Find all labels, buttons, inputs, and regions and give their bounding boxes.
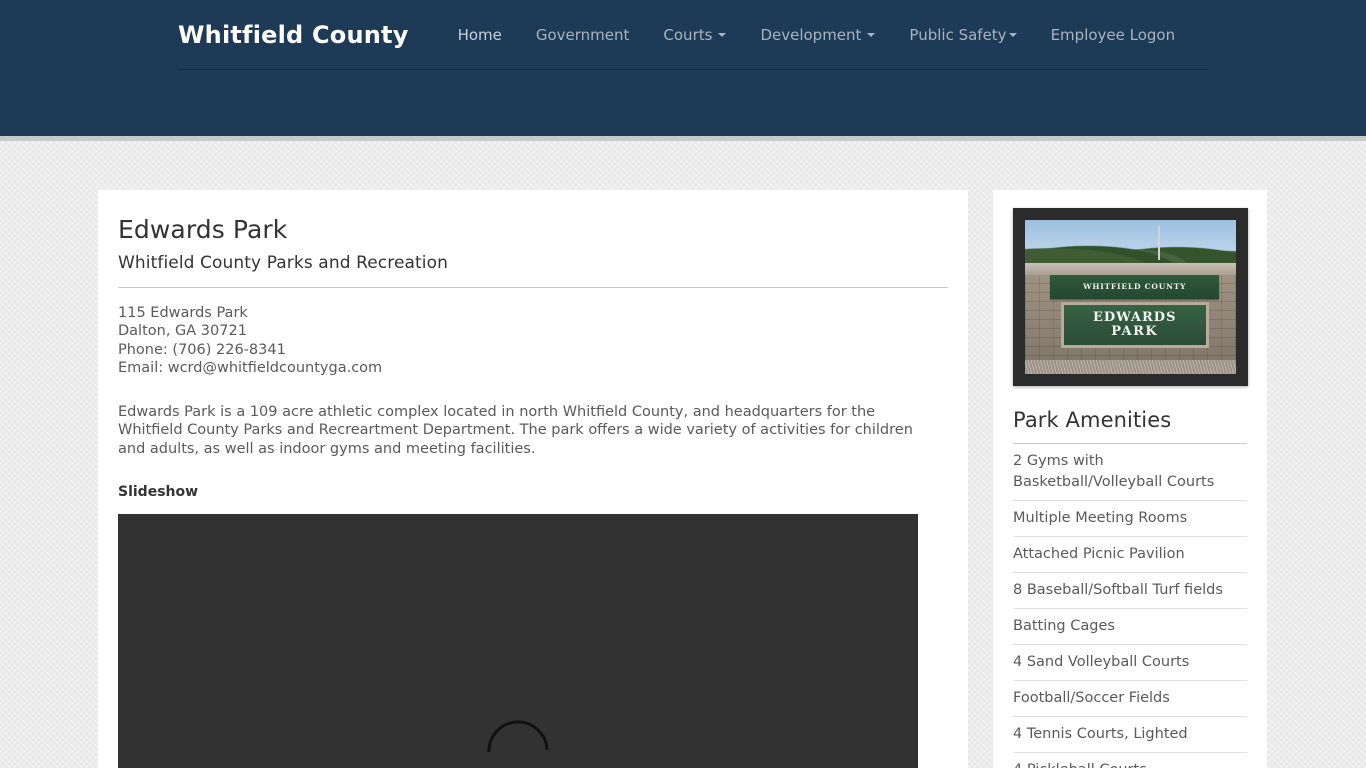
park-sign-photo-frame: WHITFIELD COUNTY EDWARDS PARK <box>1013 208 1248 386</box>
amenity-list-item: 4 Pickleball Courts <box>1013 753 1247 768</box>
cap-stone <box>1025 263 1236 276</box>
nav-link-label: Home <box>457 25 502 44</box>
nav-link-public-safety[interactable]: Public Safety <box>892 25 1033 45</box>
site-header: Whitfield County Home Government Courts Dev… <box>0 0 1366 141</box>
nav-link-home[interactable]: Home <box>441 25 519 45</box>
sign-line-1: EDWARDS <box>1092 310 1177 326</box>
sign-line-2: PARK <box>1111 323 1159 339</box>
nav-item: Public Safety <box>892 25 1033 45</box>
sign-county-band: WHITFIELD COUNTY <box>1050 275 1220 299</box>
nav-link-label: Public Safety <box>909 25 1007 44</box>
amenity-list-item: 4 Sand Volleyball Courts <box>1013 645 1247 681</box>
header-inner: Whitfield County Home Government Courts Dev… <box>158 0 1208 70</box>
nav-link-label: Courts <box>663 25 713 44</box>
amenity-list-item: Batting Cages <box>1013 609 1247 645</box>
nav-link-development[interactable]: Development <box>743 25 892 45</box>
nav-link-government[interactable]: Government <box>519 25 647 45</box>
slideshow-stage[interactable] <box>118 514 918 768</box>
nav-item: Development <box>743 25 892 45</box>
nav-link-courts[interactable]: Courts <box>646 25 743 45</box>
nav-link-employee-logon[interactable]: Employee Logon <box>1034 25 1193 45</box>
nav-link-label: Government <box>535 25 630 44</box>
gravel-ground <box>1025 360 1236 374</box>
loading-spinner-icon <box>487 720 549 753</box>
nav-link-label: Employee Logon <box>1050 25 1176 44</box>
navbar: Whitfield County Home Government Courts Dev… <box>178 0 1208 70</box>
chevron-down-icon <box>867 32 876 37</box>
park-amenities-list: 2 Gyms with Basketball/Volleyball Courts… <box>1013 444 1247 768</box>
amenity-list-item: Football/Soccer Fields <box>1013 681 1247 717</box>
address-city-state-zip: Dalton, GA 30721 <box>118 323 247 339</box>
amenity-list-item: 8 Baseball/Softball Turf fields <box>1013 573 1247 609</box>
park-sign-image: WHITFIELD COUNTY EDWARDS PARK <box>1025 220 1236 374</box>
nav-item: Courts <box>646 25 743 45</box>
main-content-card: Edwards Park Whitfield County Parks and … <box>98 190 968 768</box>
chevron-down-icon <box>1008 32 1017 37</box>
amenity-list-item: 4 Tennis Courts, Lighted <box>1013 717 1247 753</box>
primary-nav: Home Government Courts Development Public Sa… <box>441 25 1193 45</box>
nav-item: Employee Logon <box>1034 25 1193 45</box>
page-wrapper: Edwards Park Whitfield County Parks and … <box>98 141 1268 768</box>
amenity-list-item: Attached Picnic Pavilion <box>1013 537 1247 573</box>
sign-park-name: EDWARDS PARK <box>1060 301 1209 348</box>
park-description: Edwards Park is a 109 acre athletic comp… <box>118 403 913 457</box>
chevron-down-icon <box>718 32 727 37</box>
sidebar-card: WHITFIELD COUNTY EDWARDS PARK Park Ameni… <box>993 190 1267 768</box>
amenity-list-item: Multiple Meeting Rooms <box>1013 501 1247 537</box>
page-subtitle: Whitfield County Parks and Recreation <box>118 252 449 273</box>
address-street: 115 Edwards Park <box>118 304 248 321</box>
nav-item: Government <box>519 25 647 45</box>
contact-phone: Phone: (706) 226-8341 <box>118 341 286 358</box>
contact-email[interactable]: Email: wcrd@whitfieldcountyga.com <box>118 359 948 378</box>
flagpole-icon <box>1157 226 1160 261</box>
nav-item: Home <box>441 25 519 45</box>
title-divider <box>118 286 948 288</box>
slideshow-label: Slideshow <box>118 484 199 500</box>
page-title: Edwards Park <box>118 215 288 244</box>
nav-link-label: Development <box>760 25 862 44</box>
contact-address-block: 115 Edwards Park Dalton, GA 30721 Phone:… <box>118 304 948 378</box>
site-brand[interactable]: Whitfield County <box>178 21 409 49</box>
sidebar-heading: Park Amenities <box>1013 408 1172 432</box>
amenity-list-item: 2 Gyms with Basketball/Volleyball Courts <box>1013 444 1247 501</box>
